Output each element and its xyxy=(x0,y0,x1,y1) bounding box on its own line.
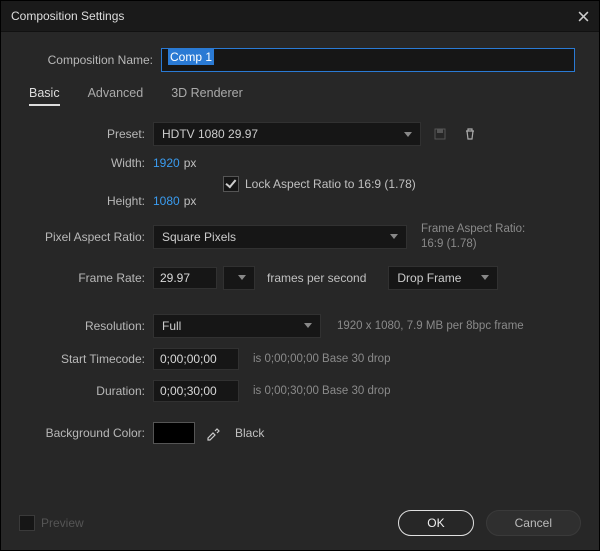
par-value: Square Pixels xyxy=(162,230,236,244)
par-dropdown[interactable]: Square Pixels xyxy=(153,225,407,249)
footer: Preview OK Cancel xyxy=(1,510,599,536)
start-tc-label: Start Timecode: xyxy=(25,352,153,366)
height-value[interactable]: 1080 xyxy=(153,194,180,208)
fps-dropdown[interactable] xyxy=(223,266,255,290)
window-title: Composition Settings xyxy=(11,9,124,23)
preview-label: Preview xyxy=(41,516,84,530)
comp-name-value: Comp 1 xyxy=(168,49,214,65)
fps-input[interactable] xyxy=(153,267,217,289)
duration-label: Duration: xyxy=(25,384,153,398)
resolution-dropdown[interactable]: Full xyxy=(153,314,321,338)
fps-suffix: frames per second xyxy=(267,271,366,285)
composition-settings-dialog: Composition Settings Composition Name: C… xyxy=(0,0,600,551)
eyedropper-icon[interactable] xyxy=(205,425,221,441)
comp-name-label: Composition Name: xyxy=(17,53,161,67)
fps-label: Frame Rate: xyxy=(25,271,153,285)
trash-icon[interactable] xyxy=(459,123,481,145)
duration-hint: is 0;00;30;00 Base 30 drop xyxy=(253,385,390,397)
resolution-value: Full xyxy=(162,319,181,333)
chevron-down-icon xyxy=(390,234,398,239)
chevron-down-icon xyxy=(238,275,246,280)
height-label: Height: xyxy=(25,194,153,208)
drop-frame-value: Drop Frame xyxy=(397,271,461,285)
start-tc-input[interactable] xyxy=(153,348,239,370)
lock-aspect-checkbox[interactable] xyxy=(223,176,239,192)
lock-aspect-label: Lock Aspect Ratio to 16:9 (1.78) xyxy=(245,177,416,191)
width-unit: px xyxy=(184,156,197,170)
bg-color-swatch[interactable] xyxy=(153,422,195,444)
save-preset-icon[interactable] xyxy=(429,123,451,145)
chevron-down-icon xyxy=(481,275,489,280)
tab-3d-renderer[interactable]: 3D Renderer xyxy=(171,86,243,106)
resolution-label: Resolution: xyxy=(25,319,153,333)
resolution-hint: 1920 x 1080, 7.9 MB per 8bpc frame xyxy=(337,320,524,332)
chevron-down-icon xyxy=(404,132,412,137)
preset-value: HDTV 1080 29.97 xyxy=(162,127,258,141)
width-label: Width: xyxy=(25,156,153,170)
drop-frame-dropdown[interactable]: Drop Frame xyxy=(388,266,498,290)
bg-color-name: Black xyxy=(235,426,264,440)
frame-aspect-hint: Frame Aspect Ratio: 16:9 (1.78) xyxy=(421,222,525,252)
close-icon[interactable] xyxy=(578,11,589,22)
preset-dropdown[interactable]: HDTV 1080 29.97 xyxy=(153,122,421,146)
start-tc-hint: is 0;00;00;00 Base 30 drop xyxy=(253,353,390,365)
ok-button[interactable]: OK xyxy=(398,510,473,536)
preview-checkbox xyxy=(19,515,35,531)
tab-basic[interactable]: Basic xyxy=(29,86,60,106)
height-unit: px xyxy=(184,194,197,208)
tabs: Basic Advanced 3D Renderer xyxy=(29,86,575,106)
comp-name-input[interactable]: Comp 1 xyxy=(161,48,575,72)
bg-label: Background Color: xyxy=(25,426,153,440)
chevron-down-icon xyxy=(304,323,312,328)
tab-advanced[interactable]: Advanced xyxy=(88,86,144,106)
par-label: Pixel Aspect Ratio: xyxy=(25,230,153,244)
preset-label: Preset: xyxy=(25,127,153,141)
cancel-button[interactable]: Cancel xyxy=(486,510,581,536)
titlebar: Composition Settings xyxy=(1,1,599,32)
width-value[interactable]: 1920 xyxy=(153,156,180,170)
duration-input[interactable] xyxy=(153,380,239,402)
